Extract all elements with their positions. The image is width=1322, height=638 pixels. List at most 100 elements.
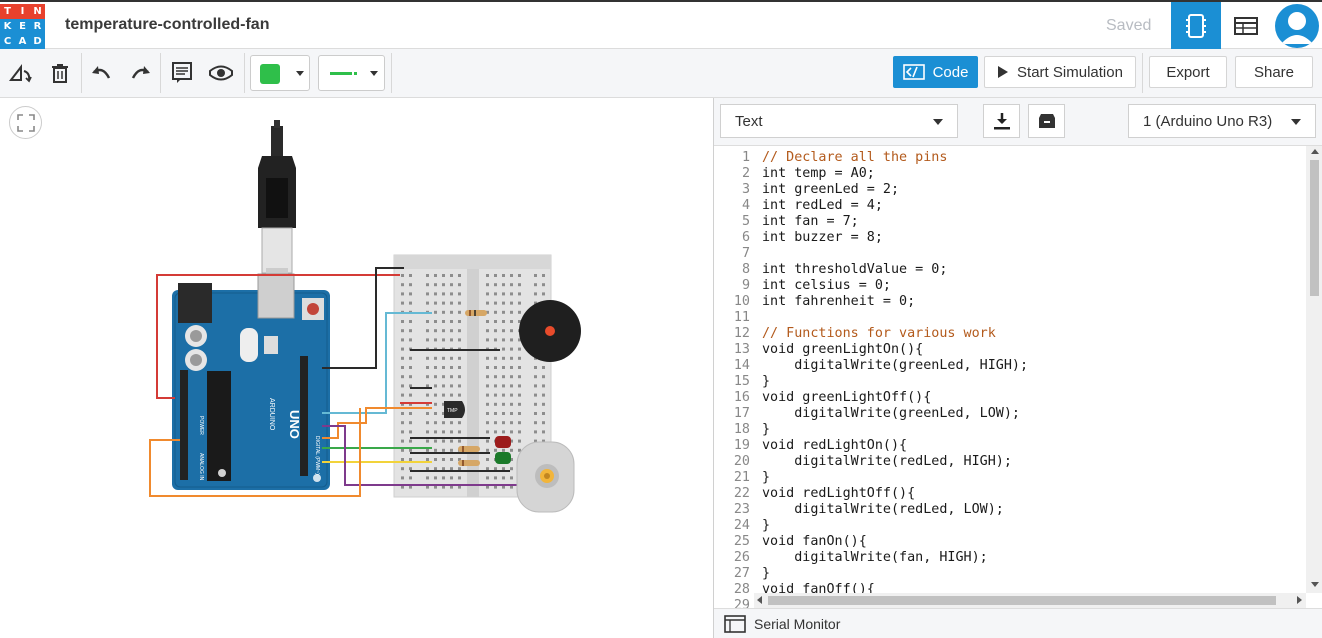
code-text: // Functions for various work [762,326,996,341]
code-editor[interactable]: 1// Declare all the pins 2 int temp = A0; 3… [714,146,1322,608]
breadboard-hole [494,421,497,425]
breadboard-hole [486,412,489,415]
redo-icon[interactable] [129,61,153,85]
fill-color-picker[interactable] [250,55,310,91]
wire-style-picker[interactable] [318,55,385,91]
breadboard-hole [486,439,489,443]
library-button[interactable] [1028,104,1065,138]
breadboard-hole [502,467,505,471]
breadboard-hole [426,366,429,369]
project-title[interactable]: temperature-controlled-fan [65,16,269,34]
code-line: 17 digitalWrite(greenLed, LOW); [714,406,1314,422]
download-code-button[interactable] [983,104,1020,138]
red-led[interactable] [495,436,511,448]
code-text: // Declare all the pins [762,150,948,165]
logo-letter: I [15,4,30,19]
vertical-scrollbar[interactable] [1306,146,1322,593]
breadboard-hole [458,467,461,471]
line-number: 28 [733,582,750,597]
piezo-buzzer[interactable] [519,300,581,362]
logo-letter: K [0,19,15,34]
code-line: 22 void redLightOff(){ [714,486,1314,502]
breadboard-hole [486,402,489,406]
breadboard-hole [510,402,513,406]
arduino-uno-board[interactable]: UNO ARDUINO DIGITAL (PWM~) POWER ANALOG … [172,273,330,490]
line-number: 27 [733,566,750,581]
serial-monitor-icon [724,615,746,633]
circuit-canvas[interactable]: UNO ARDUINO DIGITAL (PWM~) POWER ANALOG … [0,98,713,638]
breadboard-hole [409,439,412,443]
temperature-sensor[interactable]: TMP [444,401,465,418]
delete-icon[interactable] [48,61,72,85]
breadboard-hole [442,292,445,296]
tinkercad-logo[interactable]: TINKERCAD [0,4,45,49]
serial-monitor-label: Serial Monitor [754,616,841,632]
resistor[interactable] [465,310,487,316]
undo-icon[interactable] [89,61,113,85]
horizontal-scrollbar[interactable] [754,593,1306,608]
code-text: digitalWrite(redLed, HIGH); [762,454,1012,469]
circuit-view-button[interactable] [1171,2,1221,49]
breadboard-hole [534,393,537,397]
breadboard-hole [486,384,489,388]
breadboard-hole [502,448,505,452]
breadboard-hole [518,301,521,305]
breadboard-hole [401,421,404,425]
code-text: digitalWrite(greenLed, HIGH); [762,358,1029,373]
scroll-down-arrow-icon[interactable] [1311,582,1319,587]
device-select[interactable]: 1 (Arduino Uno R3) [1128,104,1316,138]
eye-icon[interactable] [209,61,233,85]
breadboard-hole [494,292,497,296]
breadboard-hole [486,458,489,461]
code-line: 25 void fanOn(){ [714,534,1314,550]
breadboard-hole [434,366,437,369]
breadboard-hole [409,375,412,379]
breadboard-hole [494,301,497,305]
code-text: } [762,566,771,581]
scroll-left-arrow-icon[interactable] [757,596,762,604]
code-text: } [762,374,771,389]
breadboard-hole [494,274,497,277]
breadboard-hole [409,467,412,471]
code-mode-select[interactable]: Text [720,104,958,138]
scroll-up-arrow-icon[interactable] [1311,149,1319,154]
vertical-scroll-thumb[interactable] [1310,160,1319,296]
breadboard-hole [510,283,513,287]
share-button[interactable]: Share [1235,56,1313,88]
serial-monitor-bar[interactable]: Serial Monitor [714,608,1322,638]
breadboard-hole [401,283,404,287]
breadboard-hole [434,338,437,342]
export-button[interactable]: Export [1149,56,1227,88]
svg-text:UNO: UNO [287,410,302,439]
logo-letter: D [30,34,45,49]
code-button[interactable]: Code [893,56,978,88]
rotate-icon[interactable] [9,61,33,85]
breadboard-hole [518,393,521,397]
user-avatar[interactable] [1275,4,1319,48]
breadboard-hole [401,439,404,443]
usb-cable[interactable] [258,120,296,276]
breadboard-hole [458,283,461,287]
share-label: Share [1253,63,1295,81]
breadboard-hole [502,310,505,314]
breadboard-hole [409,412,412,415]
breadboard-hole [401,476,404,480]
horizontal-scroll-thumb[interactable] [768,596,1276,605]
breadboard-hole [494,283,497,287]
breadboard-hole [401,301,404,305]
start-simulation-button[interactable]: Start Simulation [984,56,1136,88]
line-number: 14 [733,358,750,373]
resistor[interactable] [458,460,480,466]
resistor[interactable] [458,446,480,452]
breadboard-hole [434,421,437,425]
scroll-right-arrow-icon[interactable] [1297,596,1302,604]
breadboard-hole [486,393,489,397]
breadboard-hole [409,421,412,425]
green-led[interactable] [495,452,511,464]
notes-icon[interactable] [170,61,194,85]
breadboard-hole [434,393,437,397]
code-line: 11 [714,310,1314,326]
component-list-button[interactable] [1221,2,1271,49]
dc-motor-fan[interactable] [516,441,575,513]
breadboard-hole [426,476,429,480]
